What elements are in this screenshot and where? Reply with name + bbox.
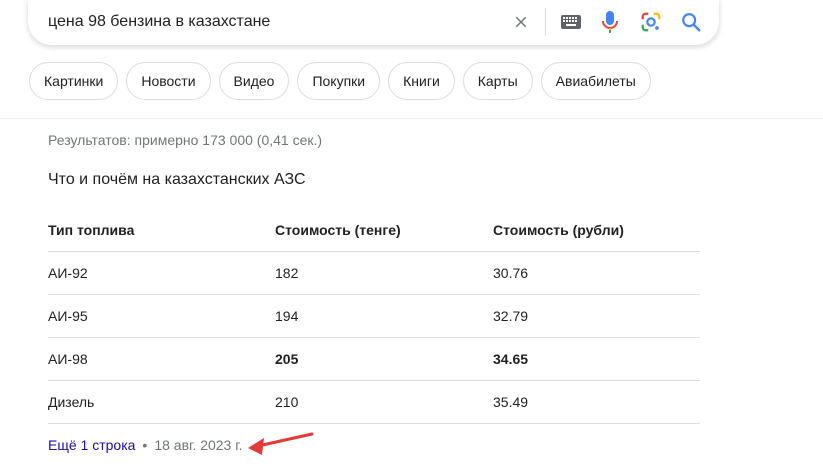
price-rubles-cell: 30.76 — [493, 265, 529, 281]
chip-maps[interactable]: Карты — [462, 62, 533, 100]
separator-dot: • — [142, 437, 148, 453]
search-filter-chips: Картинки Новости Видео Покупки Книги Кар… — [29, 62, 651, 102]
close-icon[interactable] — [512, 13, 530, 31]
fuel-type-cell: АИ-98 — [48, 351, 88, 367]
more-rows-link[interactable]: Ещё 1 строка — [48, 437, 135, 453]
price-tenge-cell: 182 — [275, 265, 299, 281]
search-divider — [545, 8, 546, 36]
price-tenge-cell: 210 — [275, 394, 299, 410]
chip-video[interactable]: Видео — [218, 62, 290, 100]
google-lens-icon[interactable] — [640, 11, 662, 33]
price-rubles-cell: 34.65 — [493, 351, 529, 367]
annotation-arrow-icon — [248, 432, 314, 455]
search-input[interactable]: цена 98 бензина в казахстане — [48, 13, 270, 31]
price-rubles-cell: 35.49 — [493, 394, 529, 410]
header-divider — [0, 118, 823, 119]
price-tenge-cell: 205 — [275, 351, 299, 367]
snippet-date: 18 авг. 2023 г. — [154, 437, 243, 453]
chip-news[interactable]: Новости — [126, 62, 211, 100]
price-tenge-cell: 194 — [275, 308, 299, 324]
column-header-price-rubles: Стоимость (рубли) — [493, 221, 624, 238]
fuel-type-cell: АИ-95 — [48, 308, 88, 324]
price-rubles-cell: 32.79 — [493, 308, 529, 324]
result-stats: Результатов: примерно 173 000 (0,41 сек.… — [48, 132, 323, 148]
table-row-highlighted: АИ-98 205 34.65 — [48, 338, 700, 381]
fuel-type-cell: Дизель — [48, 394, 95, 410]
chip-flights[interactable]: Авиабилеты — [540, 62, 651, 100]
keyboard-icon[interactable] — [561, 15, 581, 29]
chip-shopping[interactable]: Покупки — [297, 62, 381, 100]
microphone-icon[interactable] — [601, 10, 619, 34]
snippet-title: Что и почём на казахстанских АЗС — [48, 171, 306, 188]
search-icon[interactable] — [680, 11, 702, 33]
fuel-price-table: Тип топлива Стоимость (тенге) Стоимость … — [48, 208, 700, 424]
chip-books[interactable]: Книги — [388, 62, 455, 100]
fuel-type-cell: АИ-92 — [48, 265, 88, 281]
table-row: Дизель 210 35.49 — [48, 381, 700, 424]
table-row: АИ-92 182 30.76 — [48, 252, 700, 295]
table-header-row: Тип топлива Стоимость (тенге) Стоимость … — [48, 208, 700, 252]
chip-images[interactable]: Картинки — [29, 62, 119, 100]
snippet-footer: Ещё 1 строка • 18 авг. 2023 г. — [48, 437, 243, 453]
table-row: АИ-95 194 32.79 — [48, 295, 700, 338]
column-header-price-tenge: Стоимость (тенге) — [275, 221, 401, 238]
column-header-fuel-type: Тип топлива — [48, 221, 135, 238]
search-box[interactable]: цена 98 бензина в казахстане — [28, 0, 719, 45]
